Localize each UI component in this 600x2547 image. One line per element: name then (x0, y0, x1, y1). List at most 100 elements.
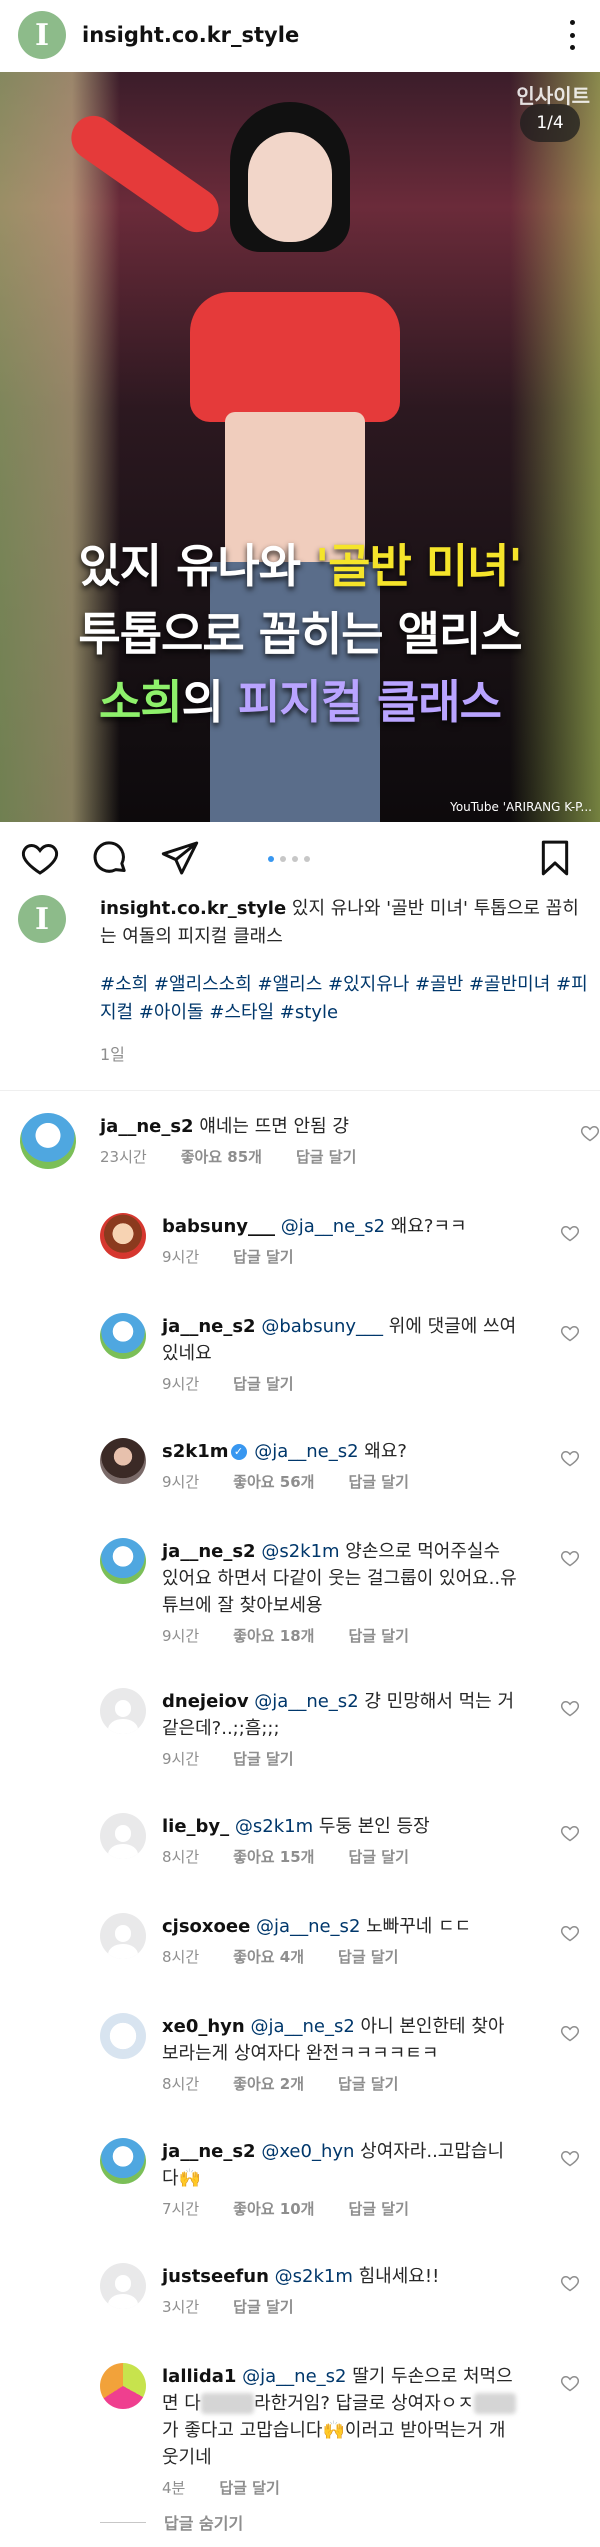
mention[interactable]: @ja__ne_s2 (254, 1691, 358, 1712)
like-heart-icon[interactable] (560, 2373, 580, 2393)
comment-username[interactable]: ja__ne_s2 (162, 2141, 256, 2162)
more-icon[interactable] (568, 20, 576, 50)
comment-username[interactable]: lallida1 (162, 2366, 236, 2387)
mention[interactable]: @ja__ne_s2 (242, 2366, 346, 2387)
like-heart-icon[interactable] (560, 2023, 580, 2043)
comment-username[interactable]: lie_by_ (162, 1816, 229, 1837)
share-icon[interactable] (160, 838, 200, 878)
likes-count[interactable]: 좋아요 2개 (233, 2073, 304, 2094)
comment-text: 왜요?ㅋㅋ (385, 1216, 467, 1237)
caption-line2: 투톱으로 꼽히는 앨리스 (78, 607, 522, 661)
comment-username[interactable]: babsuny___ (162, 1216, 275, 1237)
avatar[interactable] (20, 1113, 76, 1169)
comment-username[interactable]: justseefun (162, 2266, 269, 2287)
reply-button[interactable]: 답글 달기 (338, 1946, 398, 1967)
avatar[interactable] (100, 1813, 146, 1859)
bookmark-icon[interactable] (535, 838, 575, 878)
comment-username[interactable]: s2k1m (162, 1441, 229, 1462)
mention[interactable]: @ja__ne_s2 (256, 1916, 360, 1937)
like-heart-icon[interactable] (560, 1323, 580, 1343)
reply: dnejeiov @ja__ne_s2 걍 민망해서 먹는 거같은데?..;;흠… (100, 1688, 580, 1769)
likes-count[interactable]: 좋아요 56개 (233, 1471, 314, 1492)
comment-username[interactable]: ja__ne_s2 (100, 1116, 194, 1137)
mention[interactable]: @s2k1m (275, 2266, 353, 2287)
reply-button[interactable]: 답글 달기 (296, 1146, 356, 1167)
comment-text-tail2: 가 좋다고 고맙습니다🙌이러고 받아먹는거 개웃기네 (162, 2420, 506, 2468)
hide-replies-button[interactable]: 답글 숨기기 (100, 2510, 243, 2534)
avatar[interactable] (100, 1538, 146, 1584)
heart-icon[interactable] (20, 838, 60, 878)
avatar[interactable] (100, 2263, 146, 2309)
comment-icon[interactable] (90, 838, 130, 878)
reply: babsuny___ @ja__ne_s2 왜요?ㅋㅋ 9시간 답글 달기 (100, 1213, 580, 1267)
mention[interactable]: @xe0_hyn (261, 2141, 354, 2162)
reply-button[interactable]: 답글 달기 (219, 2477, 279, 2498)
comment-username[interactable]: cjsoxoee (162, 1916, 250, 1937)
mention[interactable]: @s2k1m (235, 1816, 313, 1837)
reply-button[interactable]: 답글 달기 (233, 2296, 293, 2317)
reply: ja__ne_s2 @xe0_hyn 상여자라..고맙습니다🙌 7시간 좋아요 1… (100, 2138, 580, 2219)
image-caption: 있지 유나와 '골반 미녀' 투톱으로 꼽히는 앨리스 소희의 피지컬 클래스 (0, 532, 600, 736)
comment-time: 9시간 (162, 1750, 200, 1768)
comment-text: 얘네는 뜨면 안됨 걍 (199, 1116, 349, 1137)
profile-avatar[interactable]: I (18, 11, 66, 59)
comment-username[interactable]: ja__ne_s2 (162, 1316, 256, 1337)
mention[interactable]: @ja__ne_s2 (254, 1441, 358, 1462)
avatar[interactable] (100, 1313, 146, 1359)
redacted-text: xxxxx (200, 2393, 255, 2414)
hashtags[interactable]: #소희 #앨리스소희 #앨리스 #있지유나 #골반 #골반미녀 #피지컬 #아이… (100, 971, 588, 1027)
reply-button[interactable]: 답글 달기 (348, 1846, 408, 1867)
comment-time: 7시간 (162, 2200, 200, 2218)
reply-button[interactable]: 답글 달기 (348, 2198, 408, 2219)
reply-button[interactable]: 답글 달기 (233, 1373, 293, 1394)
like-heart-icon[interactable] (560, 1923, 580, 1943)
post-time: 1일 (100, 1045, 125, 1064)
carousel-indicator (268, 856, 310, 862)
avatar[interactable] (100, 1688, 146, 1734)
reply-button[interactable]: 답글 달기 (233, 1748, 293, 1769)
avatar[interactable] (100, 1913, 146, 1959)
likes-count[interactable]: 좋아요 10개 (233, 2198, 314, 2219)
mention[interactable]: @ja__ne_s2 (250, 2016, 354, 2037)
mention[interactable]: @s2k1m (261, 1541, 339, 1562)
like-heart-icon[interactable] (560, 1223, 580, 1243)
like-heart-icon[interactable] (580, 1123, 600, 1143)
likes-count[interactable]: 좋아요 18개 (233, 1625, 314, 1646)
mention[interactable]: @ja__ne_s2 (281, 1216, 385, 1237)
avatar[interactable] (100, 1438, 146, 1484)
comment-username[interactable]: ja__ne_s2 (162, 1541, 256, 1562)
avatar[interactable] (100, 2363, 146, 2409)
comment-time: 23시간 (100, 1148, 147, 1166)
divider-line (100, 2521, 146, 2523)
image-source: YouTube 'ARIRANG K-P... (450, 800, 592, 814)
avatar[interactable] (100, 2138, 146, 2184)
comment-username[interactable]: dnejeiov (162, 1691, 249, 1712)
like-heart-icon[interactable] (560, 2148, 580, 2168)
avatar[interactable] (100, 1213, 146, 1259)
reply-button[interactable]: 답글 달기 (233, 1246, 293, 1267)
verified-badge-icon: ✓ (230, 1444, 247, 1460)
likes-count[interactable]: 좋아요 4개 (233, 1946, 304, 1967)
comment-username[interactable]: xe0_hyn (162, 2016, 245, 2037)
like-heart-icon[interactable] (560, 2273, 580, 2293)
like-heart-icon[interactable] (560, 1823, 580, 1843)
comment-time: 9시간 (162, 1627, 200, 1645)
reply-button[interactable]: 답글 달기 (338, 2073, 398, 2094)
comment-text: 노빠꾸네 ㄷㄷ (360, 1916, 472, 1937)
header-username[interactable]: insight.co.kr_style (82, 23, 299, 47)
reply-button[interactable]: 답글 달기 (348, 1625, 408, 1646)
mention[interactable]: @babsuny___ (261, 1316, 383, 1337)
caption-username[interactable]: insight.co.kr_style (100, 898, 286, 919)
like-heart-icon[interactable] (560, 1698, 580, 1718)
caption-avatar[interactable]: I (18, 895, 66, 943)
reply-button[interactable]: 답글 달기 (348, 1471, 408, 1492)
reply: justseefun @s2k1m 힘내세요!! 3시간 답글 달기 (100, 2263, 580, 2317)
avatar[interactable] (100, 2013, 146, 2059)
comment-time: 8시간 (162, 1848, 200, 1866)
like-heart-icon[interactable] (560, 1448, 580, 1468)
likes-count[interactable]: 좋아요 85개 (181, 1146, 262, 1167)
likes-count[interactable]: 좋아요 15개 (233, 1846, 314, 1867)
like-heart-icon[interactable] (560, 1548, 580, 1568)
post-image[interactable]: 인사이트 1/4 있지 유나와 '골반 미녀' 투톱으로 꼽히는 앨리스 소희의… (0, 72, 600, 822)
comment-time: 9시간 (162, 1375, 200, 1393)
